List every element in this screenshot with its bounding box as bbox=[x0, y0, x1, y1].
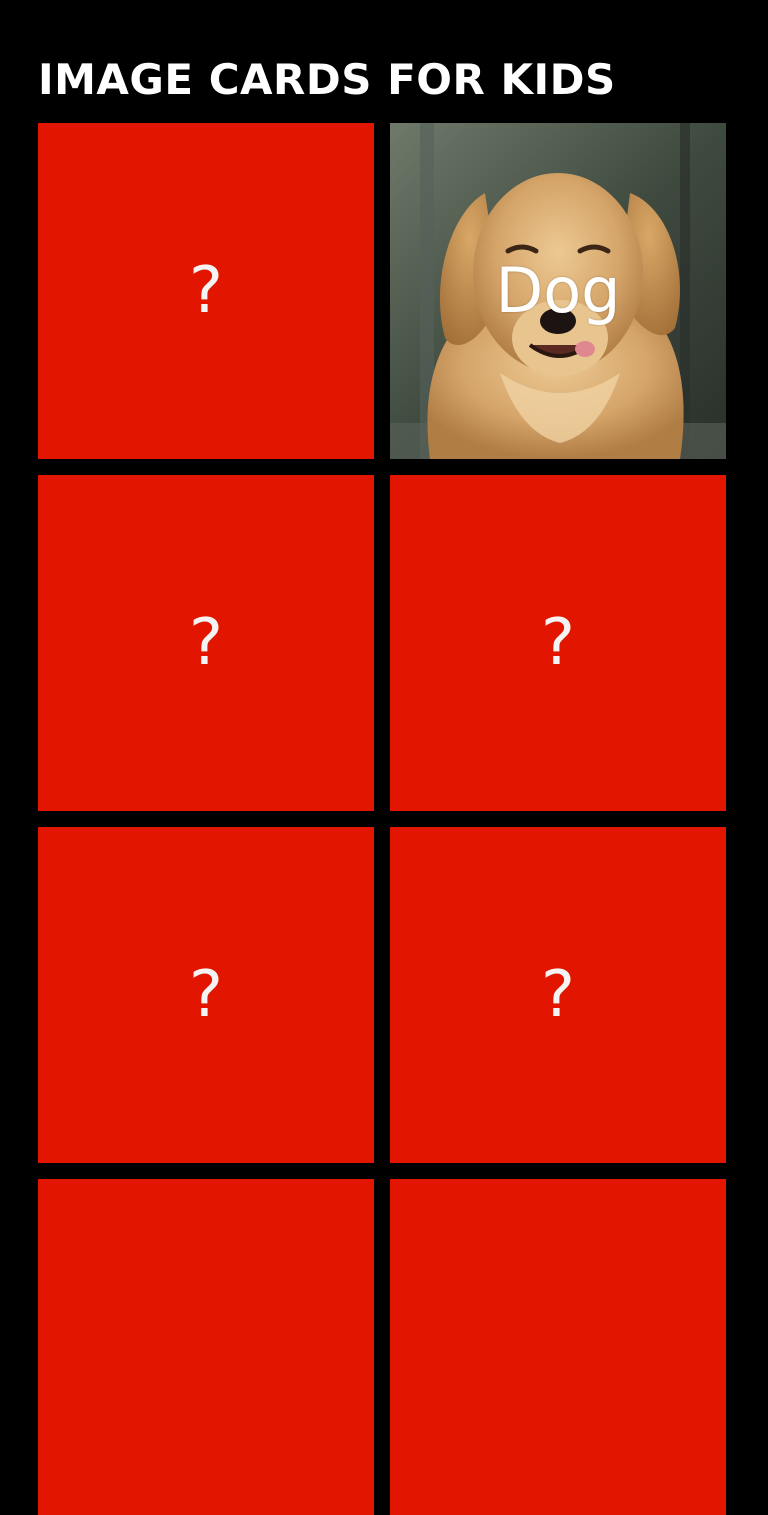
card-hidden[interactable]: ? bbox=[390, 827, 726, 1163]
card-question-mark: ? bbox=[189, 958, 223, 1032]
card-question-mark: ? bbox=[541, 606, 575, 680]
card-hidden[interactable]: ? bbox=[38, 827, 374, 1163]
card-question-mark: ? bbox=[189, 606, 223, 680]
card-hidden[interactable]: ? bbox=[38, 475, 374, 811]
card-question-mark: ? bbox=[541, 958, 575, 1032]
card-hidden[interactable] bbox=[38, 1179, 374, 1515]
page-title: IMAGE CARDS FOR KIDS bbox=[38, 55, 616, 104]
card-question-mark: ? bbox=[189, 254, 223, 328]
card-revealed-dog[interactable]: Dog bbox=[390, 123, 726, 459]
card-hidden[interactable] bbox=[390, 1179, 726, 1515]
card-grid: ? Dog ? ? ? ? bbox=[38, 123, 726, 1515]
card-hidden[interactable]: ? bbox=[390, 475, 726, 811]
card-hidden[interactable]: ? bbox=[38, 123, 374, 459]
card-word: Dog bbox=[495, 254, 621, 327]
